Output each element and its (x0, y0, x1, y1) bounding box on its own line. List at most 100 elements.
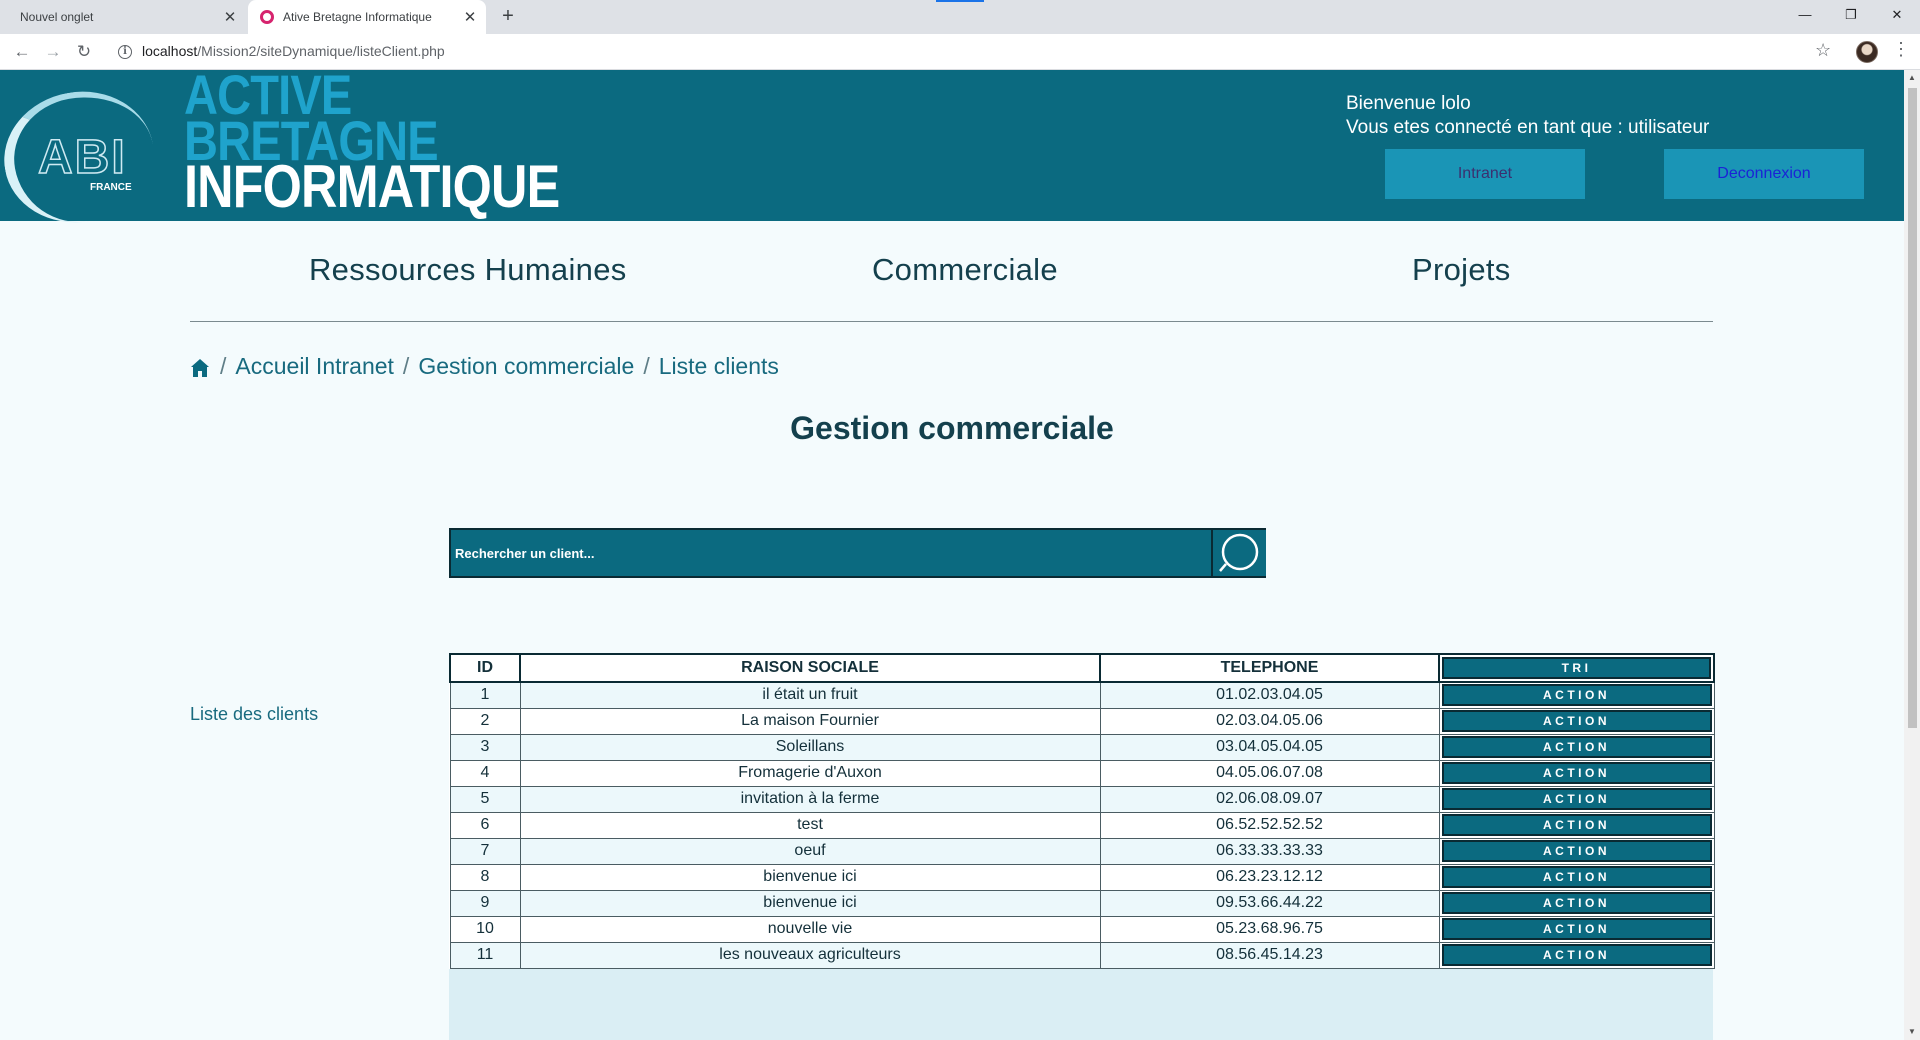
address-bar[interactable]: localhost/Mission2/siteDynamique/listeCl… (142, 43, 445, 59)
intranet-button[interactable]: Intranet (1385, 149, 1585, 199)
client-phone-cell: 03.04.05.04.05 (1099, 733, 1440, 761)
client-name-cell: nouvelle vie (519, 915, 1101, 943)
search-input[interactable] (451, 530, 1211, 576)
page-title: Gestion commerciale (790, 410, 1114, 446)
menu-dots-icon[interactable]: ⋮ (1892, 39, 1910, 60)
action-button[interactable]: ACTION (1441, 814, 1712, 836)
client-phone-cell: 06.52.52.52.52 (1099, 811, 1440, 839)
info-icon[interactable]: i (118, 45, 132, 59)
action-cell: ACTION (1438, 707, 1715, 735)
client-name-cell: Soleillans (519, 733, 1101, 761)
close-window-button[interactable]: ✕ (1874, 0, 1920, 30)
action-button[interactable]: ACTION (1441, 762, 1712, 784)
search-button[interactable] (1211, 530, 1266, 576)
bookmark-star-icon[interactable]: ☆ (1815, 40, 1831, 61)
table-row: 5 invitation à la ferme 02.06.08.09.07 ACTI… (449, 785, 1715, 813)
forward-arrow-icon[interactable]: → (41, 40, 65, 64)
client-phone-cell: 04.05.06.07.08 (1099, 759, 1440, 787)
breadcrumb-gestion-commerciale[interactable]: Gestion commerciale (418, 353, 634, 380)
action-cell: ACTION (1438, 785, 1715, 813)
scroll-up-arrow-icon[interactable]: ▲ (1904, 70, 1920, 86)
browser-tab-active[interactable]: Ative Bretagne Informatique ✕ (248, 0, 486, 34)
client-id-cell: 6 (449, 811, 521, 839)
table-row: 7 oeuf 06.33.33.33.33 ACTION (449, 837, 1715, 865)
brand-line-informatique: INFORMATIQUE (184, 153, 560, 220)
client-name-cell: test (519, 811, 1101, 839)
client-id-cell: 1 (449, 681, 521, 709)
client-phone-cell: 02.06.08.09.07 (1099, 785, 1440, 813)
sort-button[interactable]: TRI (1442, 657, 1711, 679)
action-button[interactable]: ACTION (1441, 944, 1712, 966)
action-cell: ACTION (1438, 863, 1715, 891)
action-button[interactable]: ACTION (1441, 684, 1712, 707)
client-phone-cell: 08.56.45.14.23 (1099, 941, 1440, 969)
table-row: 2 La maison Fournier 02.03.04.05.06 ACTION (449, 707, 1715, 735)
welcome-line: Bienvenue lolo (1346, 93, 1471, 114)
nav-item-projets[interactable]: Projets (1412, 252, 1511, 288)
nav-item-ressources-humaines[interactable]: Ressources Humaines (309, 252, 627, 288)
nav-item-commerciale[interactable]: Commerciale (872, 252, 1058, 288)
client-name-cell: invitation à la ferme (519, 785, 1101, 813)
column-header-raison-sociale: RAISON SOCIALE (519, 653, 1101, 683)
scroll-down-arrow-icon[interactable]: ▼ (1904, 1024, 1920, 1040)
favicon-icon (260, 10, 274, 24)
table-header-row: ID RAISON SOCIALE TELEPHONE TRI (449, 653, 1715, 683)
logout-button[interactable]: Deconnexion (1664, 149, 1864, 199)
client-phone-cell: 01.02.03.04.05 (1099, 681, 1440, 709)
action-button[interactable]: ACTION (1441, 892, 1712, 914)
client-phone-cell: 05.23.68.96.75 (1099, 915, 1440, 943)
table-row: 11 les nouveaux agriculteurs 08.56.45.14.2… (449, 941, 1715, 969)
nav-divider (190, 321, 1713, 322)
close-icon[interactable]: ✕ (460, 8, 480, 26)
main-nav: Ressources Humaines Commerciale Projets (190, 252, 1713, 304)
profile-avatar[interactable] (1856, 41, 1878, 63)
url-host: localhost (142, 43, 198, 59)
tab-title: Nouvel onglet (20, 10, 94, 24)
clients-table-body: 1 il était un fruit 01.02.03.04.05 ACTION 2 L… (449, 681, 1715, 969)
home-icon[interactable] (190, 358, 210, 378)
client-phone-cell: 06.23.23.12.12 (1099, 863, 1440, 891)
browser-toolbar: ← → ↻ i localhost/Mission2/siteDynamique… (0, 34, 1920, 70)
client-phone-cell: 09.53.66.44.22 (1099, 889, 1440, 917)
action-cell: ACTION (1438, 811, 1715, 839)
close-icon[interactable]: ✕ (220, 8, 240, 26)
client-name-cell: Fromagerie d'Auxon (519, 759, 1101, 787)
url-path: /Mission2/siteDynamique/listeClient.php (197, 43, 445, 59)
breadcrumb-accueil-intranet[interactable]: Accueil Intranet (235, 353, 394, 380)
action-button[interactable]: ACTION (1441, 918, 1712, 940)
action-button[interactable]: ACTION (1441, 840, 1712, 862)
scrollbar-thumb[interactable] (1908, 88, 1917, 728)
logo-abi: ABI (37, 130, 127, 185)
action-cell: ACTION (1438, 915, 1715, 943)
action-cell: ACTION (1438, 941, 1715, 969)
breadcrumb-separator: / (643, 353, 650, 379)
action-button[interactable]: ACTION (1441, 736, 1712, 758)
client-name-cell: bienvenue ici (519, 863, 1101, 891)
role-line: Vous etes connecté en tant que : utilisa… (1346, 117, 1710, 138)
action-cell: ACTION (1438, 733, 1715, 761)
brand-logotype: ACTIVE BRETAGNE INFORMATIQUE (184, 70, 560, 220)
minimize-button[interactable]: — (1782, 0, 1828, 30)
new-tab-button[interactable]: + (496, 5, 520, 29)
client-id-cell: 4 (449, 759, 521, 787)
breadcrumb-separator: / (220, 353, 227, 379)
side-label-liste-clients[interactable]: Liste des clients (190, 704, 318, 725)
action-button[interactable]: ACTION (1441, 710, 1712, 732)
breadcrumb-liste-clients[interactable]: Liste clients (659, 353, 779, 380)
client-id-cell: 7 (449, 837, 521, 865)
back-arrow-icon[interactable]: ← (10, 40, 34, 64)
table-row: 4 Fromagerie d'Auxon 04.05.06.07.08 ACTION (449, 759, 1715, 787)
loading-indicator (936, 0, 984, 2)
vertical-scrollbar[interactable]: ▲ ▼ (1904, 70, 1920, 1040)
browser-tab-new[interactable]: Nouvel onglet ✕ (8, 0, 246, 34)
client-name-cell: il était un fruit (519, 681, 1101, 709)
action-cell: ACTION (1438, 681, 1715, 709)
action-button[interactable]: ACTION (1441, 866, 1712, 888)
welcome-message: Bienvenue lolo Vous etes connecté en tan… (1346, 92, 1709, 140)
table-row: 10 nouvelle vie 05.23.68.96.75 ACTION (449, 915, 1715, 943)
table-row: 3 Soleillans 03.04.05.04.05 ACTION (449, 733, 1715, 761)
action-cell: ACTION (1438, 889, 1715, 917)
restore-button[interactable]: ❐ (1828, 0, 1874, 30)
action-button[interactable]: ACTION (1441, 788, 1712, 810)
reload-icon[interactable]: ↻ (72, 40, 96, 64)
